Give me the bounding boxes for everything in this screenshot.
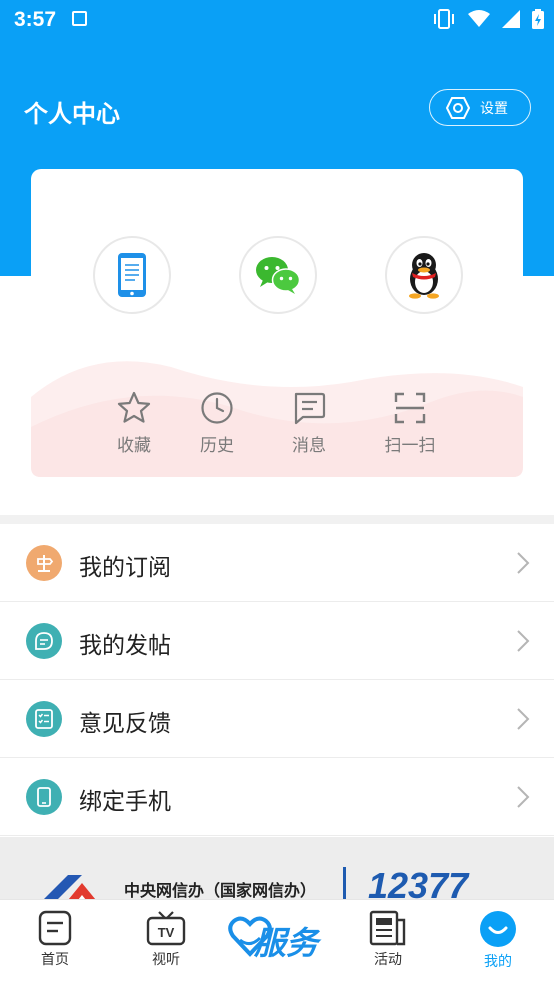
cac-report-banner[interactable]: 中央网信办（国家网信办） 12377 bbox=[0, 837, 554, 899]
tab-home-label: 首页 bbox=[41, 952, 69, 968]
tab-home[interactable]: 首页 bbox=[15, 910, 95, 969]
subscribe-icon bbox=[26, 545, 62, 581]
wechat-login-button[interactable] bbox=[239, 236, 317, 314]
favorites-button[interactable]: 收藏 bbox=[99, 391, 169, 456]
qq-penguin-icon bbox=[409, 253, 439, 299]
tab-video[interactable]: TV 视听 bbox=[126, 910, 206, 969]
profile-smile-icon bbox=[480, 911, 516, 947]
quick-actions: 收藏 历史 消息 扫一扫 bbox=[31, 391, 523, 461]
tab-service-label: 服务 bbox=[254, 924, 319, 962]
banner-text: 中央网信办（国家网信办） bbox=[124, 881, 317, 899]
section-divider bbox=[0, 515, 554, 524]
tv-icon: TV bbox=[146, 911, 186, 946]
report-hotline-number: 12377 bbox=[368, 865, 469, 899]
wechat-icon bbox=[256, 257, 301, 294]
wifi-icon bbox=[468, 10, 490, 27]
menu-item-bind-phone[interactable]: 绑定手机 bbox=[0, 758, 554, 836]
svg-text:TV: TV bbox=[158, 925, 175, 940]
star-icon bbox=[117, 391, 151, 423]
tab-profile[interactable]: 我的 bbox=[458, 910, 538, 971]
menu-label-feedback: 意见反馈 bbox=[79, 711, 171, 737]
chevron-right-icon bbox=[517, 786, 530, 808]
history-label: 历史 bbox=[200, 436, 234, 456]
chevron-right-icon bbox=[517, 552, 530, 574]
page-title: 个人中心 bbox=[24, 100, 120, 128]
status-bar: 3:57 bbox=[0, 0, 554, 40]
home-doc-icon bbox=[38, 910, 72, 946]
bottom-tab-bar: 首页 TV 视听 服务 活动 我的 bbox=[0, 899, 554, 984]
history-button[interactable]: 历史 bbox=[182, 391, 252, 456]
settings-button[interactable]: 设置 bbox=[429, 89, 531, 126]
menu-label-subscriptions: 我的订阅 bbox=[79, 555, 171, 581]
notification-a-icon bbox=[72, 11, 87, 26]
menu-list: 我的订阅 我的发帖 意见反馈 绑定手机 bbox=[0, 524, 554, 836]
scan-button[interactable]: 扫一扫 bbox=[375, 391, 445, 456]
settings-label: 设置 bbox=[480, 100, 508, 117]
tab-service[interactable]: 服务 bbox=[226, 910, 332, 970]
scan-icon bbox=[394, 392, 426, 424]
tab-profile-label: 我的 bbox=[484, 954, 512, 970]
signal-icon bbox=[502, 10, 520, 28]
menu-label-bind-phone: 绑定手机 bbox=[79, 789, 171, 815]
battery-icon bbox=[532, 9, 544, 29]
feedback-icon bbox=[26, 701, 62, 737]
favorites-label: 收藏 bbox=[117, 436, 151, 456]
newspaper-icon bbox=[369, 910, 406, 946]
vibrate-icon bbox=[434, 9, 454, 29]
login-card: 收藏 历史 消息 扫一扫 bbox=[31, 169, 523, 477]
menu-item-feedback[interactable]: 意见反馈 bbox=[0, 680, 554, 758]
cac-logo-icon bbox=[44, 875, 96, 899]
tab-activity-label: 活动 bbox=[374, 952, 402, 968]
menu-item-subscriptions[interactable]: 我的订阅 bbox=[0, 524, 554, 602]
phone-icon bbox=[118, 253, 146, 297]
chevron-right-icon bbox=[517, 708, 530, 730]
qq-login-button[interactable] bbox=[385, 236, 463, 314]
messages-button[interactable]: 消息 bbox=[274, 391, 344, 456]
tab-activity[interactable]: 活动 bbox=[348, 910, 428, 969]
scan-label: 扫一扫 bbox=[384, 436, 436, 456]
messages-label: 消息 bbox=[292, 436, 326, 456]
phone-bind-icon bbox=[26, 779, 62, 815]
phone-login-button[interactable] bbox=[93, 236, 171, 314]
settings-hexagon-icon bbox=[446, 96, 470, 119]
chevron-right-icon bbox=[517, 630, 530, 652]
status-icons bbox=[432, 9, 544, 29]
menu-label-posts: 我的发帖 bbox=[79, 633, 171, 659]
menu-item-posts[interactable]: 我的发帖 bbox=[0, 602, 554, 680]
tab-video-label: 视听 bbox=[152, 952, 180, 968]
login-options bbox=[93, 236, 463, 314]
status-time: 3:57 bbox=[14, 8, 57, 31]
post-icon bbox=[26, 623, 62, 659]
message-icon bbox=[294, 392, 326, 425]
clock-icon bbox=[201, 392, 233, 424]
banner-divider bbox=[343, 867, 346, 899]
